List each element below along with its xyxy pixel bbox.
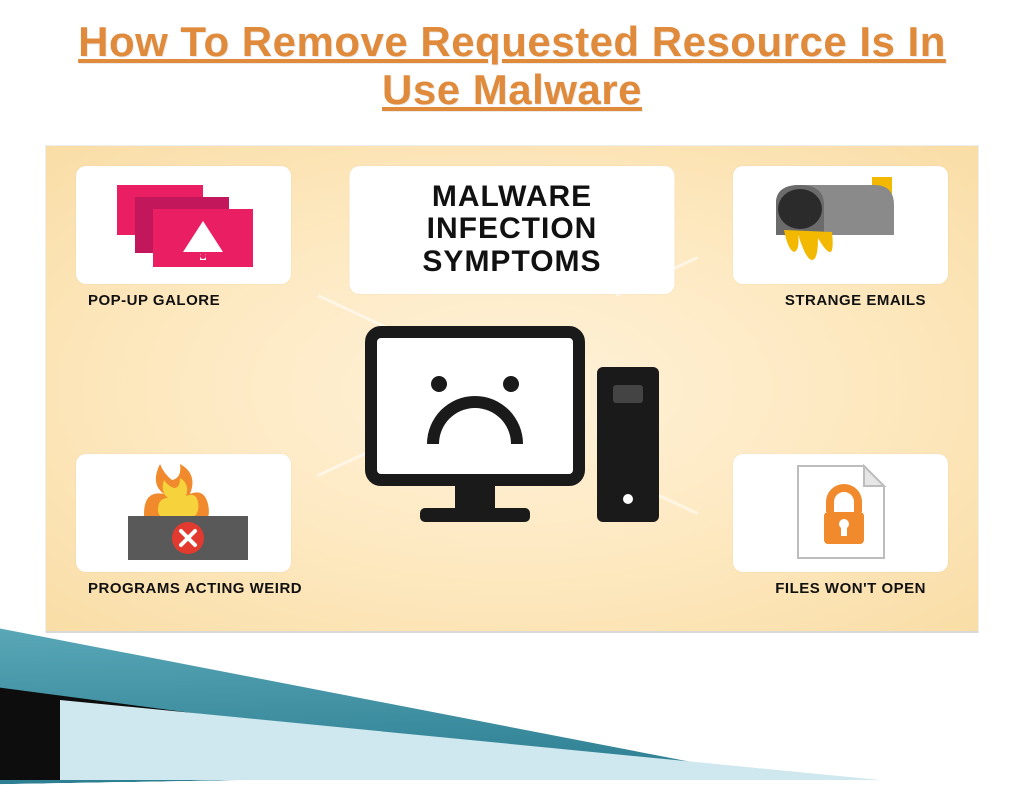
sad-computer-icon: [365, 326, 659, 522]
decorative-wedge-light: [60, 700, 880, 780]
label-files-wont-open: FILES WON'T OPEN: [775, 580, 926, 597]
pc-tower: [597, 367, 659, 522]
label-strange-emails: STRANGE EMAILS: [785, 292, 926, 309]
page-title: How To Remove Requested Resource Is In U…: [0, 0, 1024, 125]
mailbox-icon: [756, 175, 926, 275]
card-popup-galore: [76, 166, 291, 284]
label-programs-weird: PROGRAMS ACTING WEIRD: [88, 580, 302, 597]
popup-galore-icon: [109, 177, 259, 272]
monitor-base: [420, 508, 530, 522]
monitor: [365, 326, 585, 522]
title-text: How To Remove Requested Resource Is In U…: [40, 18, 984, 115]
eye-right: [503, 376, 519, 392]
card-strange-emails: [733, 166, 948, 284]
burning-box-icon: [104, 460, 264, 565]
infographic-panel: MALWARE INFECTION SYMPTOMS POP-UP GALORE…: [45, 145, 979, 633]
label-popup-galore: POP-UP GALORE: [88, 292, 220, 309]
sad-mouth: [427, 396, 523, 444]
center-title-card: MALWARE INFECTION SYMPTOMS: [350, 166, 675, 294]
eye-left: [431, 376, 447, 392]
locked-file-icon: [776, 460, 906, 565]
card-files-wont-open: [733, 454, 948, 572]
card-programs-weird: [76, 454, 291, 572]
center-title-text: MALWARE INFECTION SYMPTOMS: [350, 181, 675, 278]
monitor-stand: [455, 486, 495, 508]
screen: [365, 326, 585, 486]
eyes: [377, 376, 573, 392]
